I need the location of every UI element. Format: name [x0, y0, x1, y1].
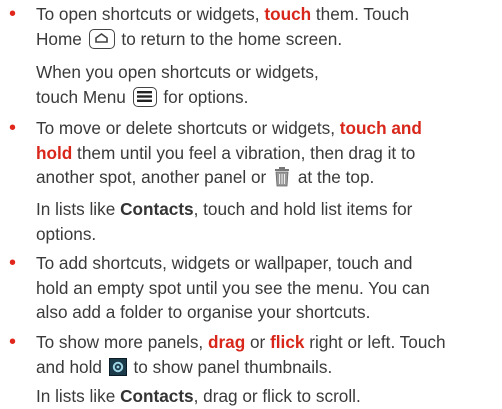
bullet: • — [9, 252, 17, 274]
bullet: • — [9, 3, 17, 25]
home-icon — [88, 28, 115, 49]
drag-keyword: drag — [207, 332, 246, 352]
note: When you open shortcuts or widgets, touc… — [36, 62, 319, 107]
help-page: • To open shortcuts or widgets, touch th… — [0, 0, 502, 409]
note: In lists like Contacts, drag or flick to… — [36, 386, 361, 406]
bullet: • — [9, 331, 17, 353]
touch-keyword: touch — [264, 4, 312, 24]
note: In lists like Contacts, touch and hold l… — [36, 199, 413, 244]
list-item: • To open shortcuts or widgets, touch th… — [9, 3, 410, 49]
trash-icon — [273, 167, 291, 187]
contacts-label: Contacts — [120, 199, 194, 219]
list-item: • To show more panels, drag or flick rig… — [9, 331, 446, 377]
list-item: • To move or delete shortcuts or widgets… — [9, 117, 422, 187]
flick-keyword: flick — [270, 332, 305, 352]
menu-icon — [132, 86, 157, 107]
touch-and-hold-keyword: touch and — [339, 118, 422, 138]
list-item: • To add shortcuts, widgets or wallpaper… — [9, 252, 430, 322]
contacts-label: Contacts — [120, 386, 194, 406]
bullet: • — [9, 117, 17, 139]
panels-icon — [108, 357, 127, 376]
